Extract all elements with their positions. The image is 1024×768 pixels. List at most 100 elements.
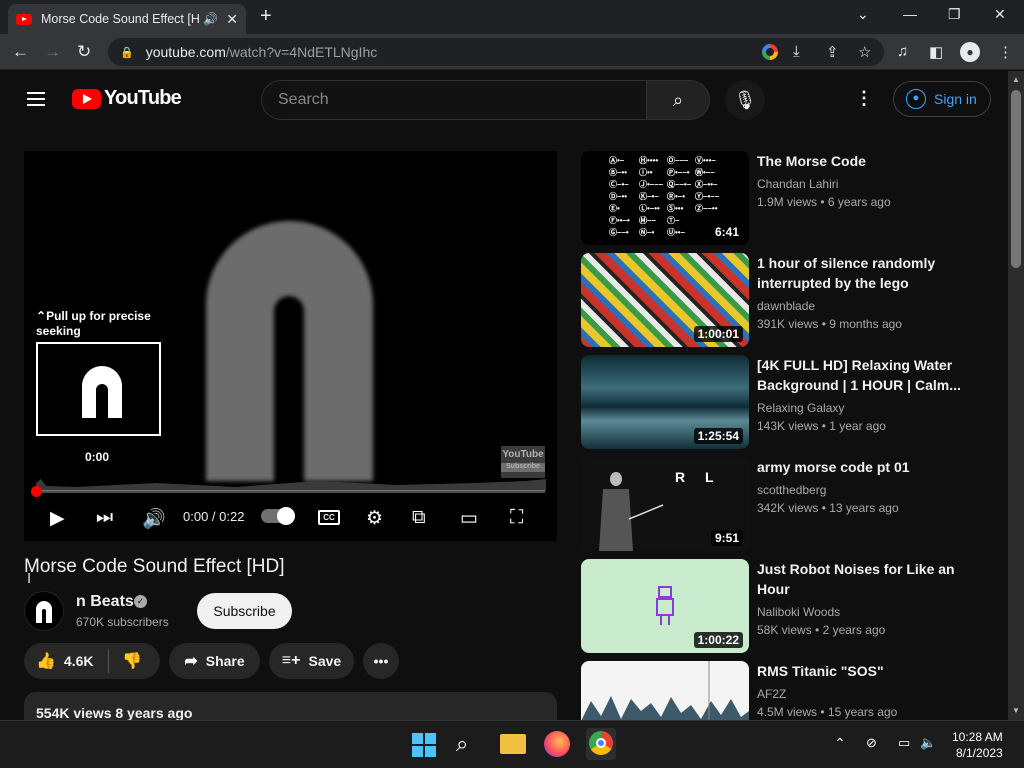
save-button[interactable]: ≡+ Save [269,643,354,679]
svg-text:Ⓢ•••: Ⓢ••• [667,203,684,213]
firefox-icon[interactable] [544,731,570,757]
tray-chevron-up-icon[interactable]: ⌃ [834,735,846,752]
recommendation-item[interactable]: 1:00:22 Just Robot Noises for Like an Ho… [581,559,1001,654]
svg-text:Ⓕ••–•: Ⓕ••–• [609,215,630,225]
recommendation-item[interactable]: 1:00:01 1 hour of silence randomly inter… [581,253,1001,348]
video-player[interactable]: ⌃Pull up for precise seeking 0:00 YouTub… [24,151,557,541]
description-box[interactable]: 554K views 8 years ago [24,692,557,722]
recommendation-thumbnail[interactable]: Ⓐ•– Ⓑ–•• Ⓒ–•– Ⓓ–•• Ⓔ• Ⓕ••–• Ⓖ––• Ⓗ•••• Ⓘ•• Ⓙ•–––… [581,151,749,245]
svg-text:Ⓡ•–•: Ⓡ•–• [667,191,685,201]
recommendation-title[interactable]: RMS Titanic "SOS" [757,661,969,681]
miniplayer-icon[interactable]: ⧉ [412,507,426,529]
monitor-icon[interactable]: ▭ [898,735,910,751]
share-page-icon[interactable]: ⇪ [826,43,839,61]
close-window-button[interactable]: ✕ [994,6,1006,23]
theater-mode-icon[interactable]: ▭ [460,507,478,530]
recommendation-thumbnail[interactable] [581,661,749,720]
menu-icon[interactable] [27,92,45,106]
more-actions-button[interactable]: ••• [363,643,399,679]
search-taskbar-icon[interactable]: ⌕ [456,731,484,759]
progress-scrubber[interactable] [31,486,42,497]
minimize-button[interactable]: — [903,6,917,22]
recommendation-channel[interactable]: AF2Z [757,687,786,701]
next-button[interactable]: ⏭ [96,507,113,529]
forward-button[interactable]: → [44,42,61,62]
clock-time[interactable]: 10:28 AM [952,730,1003,744]
search-input[interactable]: Search [261,80,647,120]
youtube-logo-icon[interactable] [72,89,101,109]
volume-tray-icon[interactable]: 🔈 [920,735,936,751]
recommendation-title[interactable]: Just Robot Noises for Like an Hour [757,559,969,599]
svg-text:Ⓑ–••: Ⓑ–•• [609,167,627,177]
side-panel-icon[interactable]: ◧ [929,43,943,61]
recommendation-item[interactable]: R L 9:51 army morse code pt 01 scotthedb… [581,457,1001,552]
recommendation-title[interactable]: army morse code pt 01 [757,457,969,477]
share-button[interactable]: ➦ Share [169,643,260,679]
media-control-icon[interactable]: ♫ [897,43,908,60]
clock-date[interactable]: 8/1/2023 [956,746,1003,760]
profile-icon[interactable]: ● [960,42,980,62]
recommendation-title[interactable]: 1 hour of silence randomly interrupted b… [757,253,969,293]
tab-search-icon[interactable]: ⌄ [857,6,869,23]
recommendation-channel[interactable]: scotthedberg [757,483,826,497]
recommendation-item[interactable]: Ⓐ•– Ⓑ–•• Ⓒ–•– Ⓓ–•• Ⓔ• Ⓕ••–• Ⓖ––• Ⓗ•••• Ⓘ•• Ⓙ•–––… [581,151,1001,246]
recommendation-thumbnail[interactable]: R L 9:51 [581,457,749,551]
progress-bar[interactable] [36,490,545,493]
recommendation-title[interactable]: The Morse Code [757,151,969,171]
recommendation-item[interactable]: 1:25:54 [4K FULL HD] Relaxing Water Back… [581,355,1001,450]
like-count[interactable]: 4.6K [64,653,94,669]
chrome-menu-icon[interactable]: ⋮ [998,43,1013,61]
thumbs-down-icon[interactable]: 👎 [122,651,142,671]
back-button[interactable]: ← [12,42,29,62]
subscribe-button[interactable]: Subscribe [197,593,292,629]
recommendation-channel[interactable]: Chandan Lahiri [757,177,838,191]
new-tab-button[interactable]: + [260,5,272,28]
scroll-up-arrow-icon[interactable]: ▲ [1012,75,1020,84]
scroll-down-arrow-icon[interactable]: ▼ [1012,706,1020,715]
bookmark-star-icon[interactable]: ☆ [858,43,871,61]
settings-dots-icon[interactable]: ⋮ [855,88,873,109]
seek-preview-thumbnail [36,342,161,436]
play-button[interactable]: ▶ [50,507,65,530]
svg-text:Ⓘ••: Ⓘ•• [639,167,653,177]
recommendation-channel[interactable]: Relaxing Galaxy [757,401,844,415]
scrollbar-thumb[interactable] [1011,90,1021,268]
channel-name[interactable]: n Beats [76,593,134,611]
settings-gear-icon[interactable]: ⚙ [366,507,383,530]
autoplay-toggle[interactable] [261,507,295,525]
thumbs-up-icon[interactable]: 👍 [36,651,56,671]
youtube-logo-text[interactable]: YouTube [104,87,182,110]
svg-text:Ⓧ–••–: Ⓧ–••– [695,179,718,189]
browser-tab[interactable]: Morse Code Sound Effect [HD] 🔊 ✕ [8,4,246,34]
voice-search-button[interactable]: 🎙 [725,80,765,120]
speaker-icon[interactable]: 🔊 [203,12,218,26]
channel-watermark[interactable]: YouTube Subscribe [501,446,545,478]
channel-avatar[interactable] [24,591,64,631]
restore-button[interactable]: ❐ [948,6,961,23]
lock-icon[interactable]: 🔒 [120,46,134,59]
install-icon[interactable]: ⤓ [793,43,800,60]
recommendation-item[interactable]: RMS Titanic "SOS" AF2Z 4.5M views • 15 y… [581,661,1001,720]
volume-icon[interactable]: 🔊 [142,507,166,531]
search-button[interactable]: ⌕ [646,80,710,120]
fullscreen-icon[interactable]: ⛶ [510,507,523,529]
url-path: /watch?v=4NdETLNgIhc [225,44,378,60]
sign-in-button[interactable]: ● Sign in [893,81,991,117]
recommendation-thumbnail[interactable]: 1:00:01 [581,253,749,347]
captions-icon[interactable]: CC [318,510,340,525]
recommendation-meta: 58K views • 2 years ago [757,623,886,637]
windows-start-icon[interactable] [410,731,438,759]
recommendation-channel[interactable]: Naliboki Woods [757,605,840,619]
tab-close-icon[interactable]: ✕ [226,11,238,28]
chrome-taskbar-button[interactable] [586,728,616,760]
recommendation-title[interactable]: [4K FULL HD] Relaxing Water Background |… [757,355,969,395]
network-icon[interactable]: ⊘ [866,735,877,751]
svg-text:Ⓖ––•: Ⓖ––• [609,227,629,237]
recommendation-channel[interactable]: dawnblade [757,299,815,313]
file-explorer-icon[interactable] [500,734,526,754]
recommendation-thumbnail[interactable]: 1:00:22 [581,559,749,653]
reload-button[interactable]: ↻ [77,42,91,62]
recommendation-meta: 391K views • 9 months ago [757,317,902,331]
recommendation-thumbnail[interactable]: 1:25:54 [581,355,749,449]
google-icon[interactable] [762,44,778,60]
